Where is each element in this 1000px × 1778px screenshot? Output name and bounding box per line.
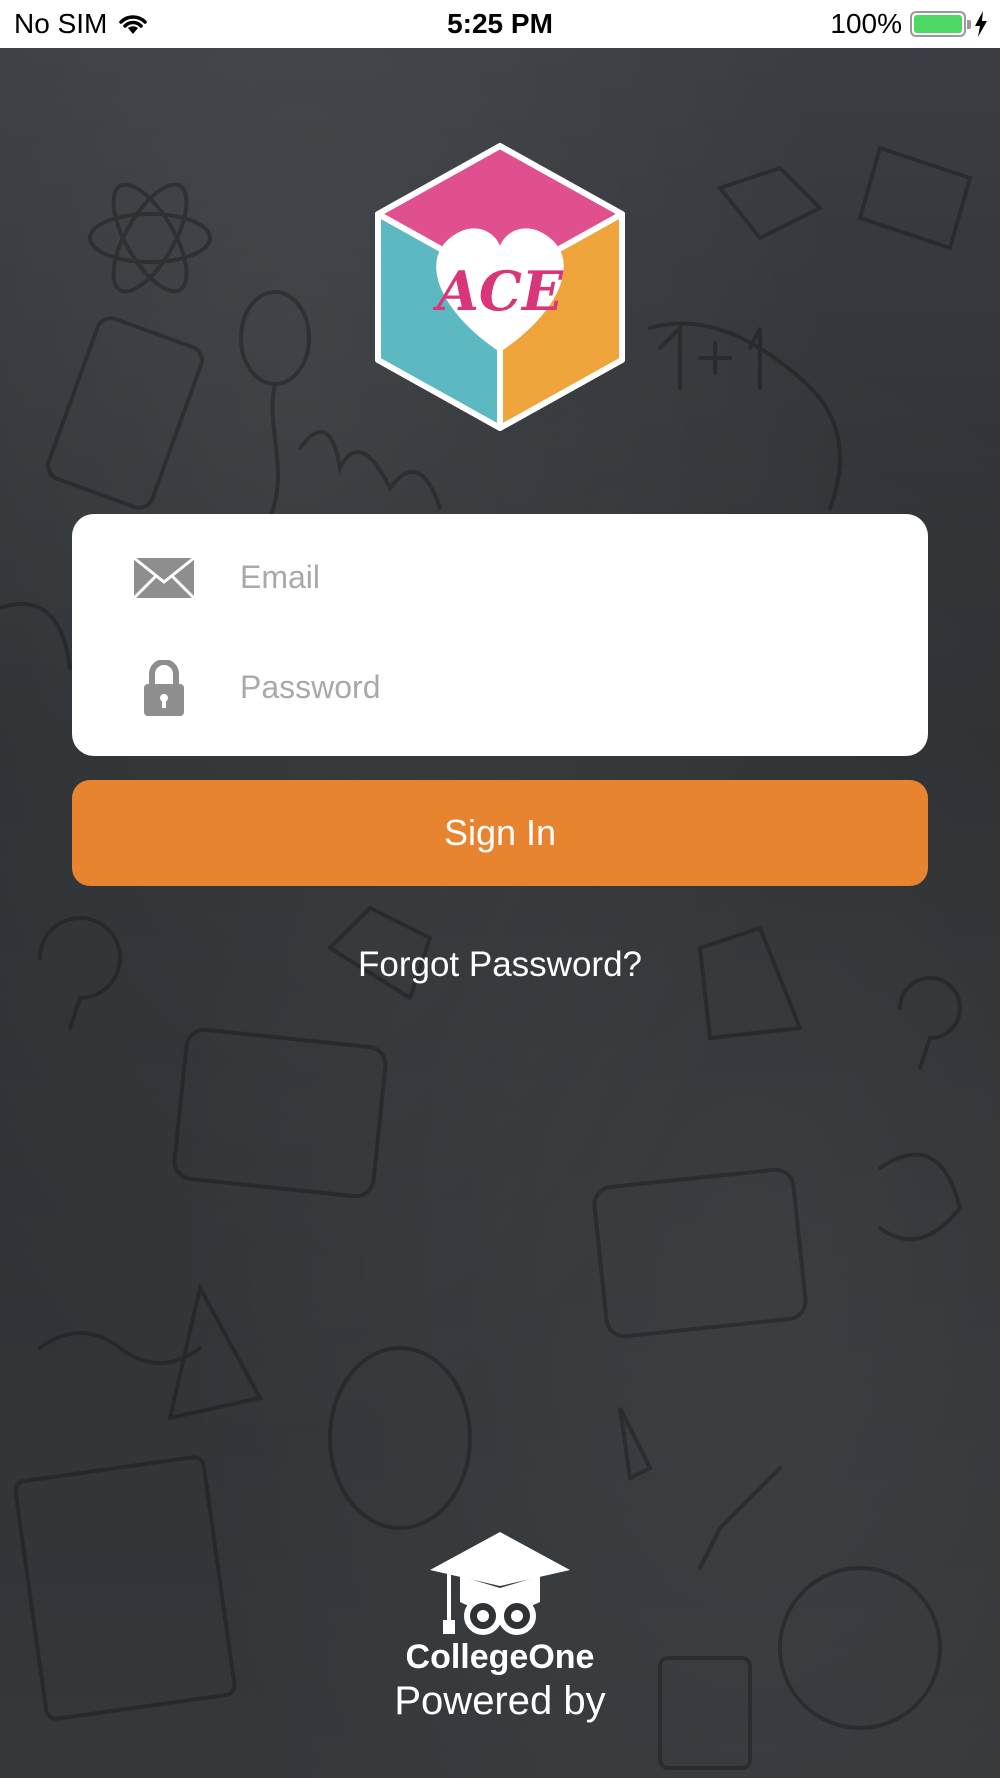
login-card — [72, 514, 928, 756]
lock-icon — [144, 660, 184, 716]
battery-icon — [910, 11, 971, 37]
collegeone-logo-icon — [430, 1532, 570, 1635]
ace-logo: ACE — [375, 143, 625, 431]
status-bar: No SIM 5:25 PM 100% — [0, 0, 1000, 48]
ace-logo-text: ACE — [432, 259, 564, 323]
password-row — [72, 632, 928, 742]
forgot-password-link[interactable]: Forgot Password? — [0, 945, 1000, 985]
envelope-icon — [132, 556, 196, 600]
email-row — [72, 522, 928, 632]
powered-by-section: CollegeOne Powered by — [350, 1530, 650, 1730]
collegeone-brand-name: CollegeOne — [405, 1638, 595, 1676]
password-field[interactable] — [240, 654, 880, 720]
email-field[interactable] — [240, 544, 880, 610]
sign-in-button[interactable]: Sign In — [72, 780, 928, 886]
charging-icon — [975, 11, 987, 37]
battery-percent: 100% — [830, 8, 902, 39]
powered-by-label: Powered by — [394, 1679, 606, 1723]
status-right: 100% — [830, 8, 988, 40]
